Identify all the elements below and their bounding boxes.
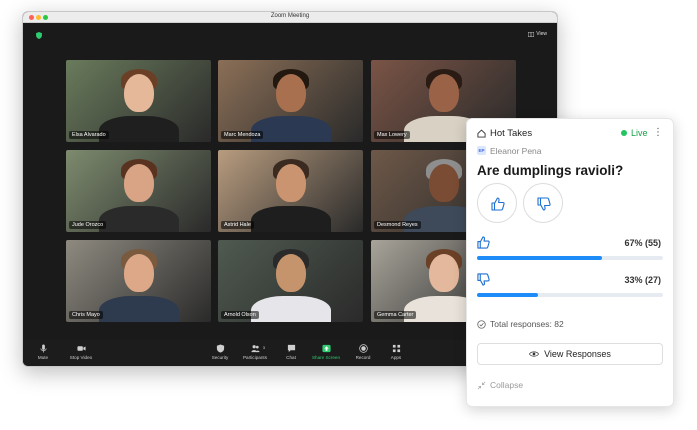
thumbs-down-vote-button[interactable] xyxy=(523,183,563,223)
participant-name: Arnold Olson xyxy=(221,311,259,319)
participant-body xyxy=(98,206,179,232)
participant-body xyxy=(98,296,179,322)
participant-body xyxy=(250,296,331,322)
video-tile[interactable]: Jude Orozco xyxy=(66,150,211,232)
shield-icon[interactable] xyxy=(36,32,42,39)
apps-button[interactable]: Apps xyxy=(378,344,414,360)
participant-name: Chris Mayo xyxy=(69,311,103,319)
participant-body xyxy=(98,116,179,142)
thumbs-up-vote-button[interactable] xyxy=(477,183,517,223)
window-title: Zoom Meeting xyxy=(270,13,310,19)
participant-face xyxy=(123,254,154,292)
participant-name: Desmond Reyes xyxy=(374,221,421,229)
participant-face xyxy=(275,164,306,202)
collapse-label: Collapse xyxy=(490,380,524,390)
record-icon xyxy=(358,344,368,353)
live-dot-icon xyxy=(621,130,627,136)
total-responses-label: Total responses: 82 xyxy=(490,319,564,329)
participant-name: Elsa Alvarado xyxy=(69,131,109,139)
record-button[interactable]: Record xyxy=(345,344,381,360)
apps-icon xyxy=(392,344,400,353)
more-options-icon[interactable]: ⋮ xyxy=(653,128,663,138)
participant-name: Max Lowery xyxy=(374,131,410,139)
mute-button[interactable]: Mute xyxy=(25,344,61,360)
participant-face xyxy=(428,164,459,202)
thumbs-up-result-icon xyxy=(477,236,490,249)
chat-bubble-icon xyxy=(287,344,295,353)
shield-icon xyxy=(216,344,224,353)
participants-button[interactable]: Participants 3 xyxy=(237,344,273,360)
participants-count: 3 xyxy=(262,345,265,350)
live-label: Live xyxy=(631,128,648,138)
video-camera-icon xyxy=(76,346,86,351)
view-button[interactable]: View xyxy=(528,31,547,37)
view-responses-label: View Responses xyxy=(544,349,611,359)
chat-label: Chat xyxy=(286,355,296,360)
poll-question: Are dumplings ravioli? xyxy=(477,163,624,178)
record-label: Record xyxy=(355,355,371,360)
mute-label: Mute xyxy=(37,355,49,360)
share-screen-icon xyxy=(321,344,331,353)
participant-name: Jude Orozco xyxy=(69,221,107,229)
participant-body xyxy=(250,206,331,232)
poll-panel: Hot Takes Live ⋮ EP Eleanor Pena Are dum… xyxy=(466,118,674,407)
participants-label: Participants xyxy=(242,355,267,360)
check-circle-icon xyxy=(477,319,486,329)
grid-icon xyxy=(528,31,535,37)
video-grid: Elsa Alvarado Marc Mendoza Max Lowery Jude … xyxy=(66,60,516,322)
yes-result-value: 67% (55) xyxy=(624,238,661,248)
participant-face xyxy=(428,74,459,112)
author-avatar: EP xyxy=(477,146,486,155)
participant-face xyxy=(123,164,154,202)
view-label: View xyxy=(536,31,547,37)
security-label: Security xyxy=(211,355,229,360)
poll-title: Hot Takes xyxy=(490,128,533,139)
thumbs-down-result-icon xyxy=(477,273,490,286)
apps-label: Apps xyxy=(390,355,402,360)
participant-name: Marc Mendoza xyxy=(221,131,264,139)
video-tile[interactable]: Astrid Hale xyxy=(218,150,363,232)
thumbs-down-icon xyxy=(537,197,551,211)
collapse-arrows-icon xyxy=(477,381,486,389)
share-screen-button[interactable]: Share Screen xyxy=(308,344,344,360)
title-bar: Zoom Meeting xyxy=(23,12,557,23)
participant-name: Astrid Hale xyxy=(221,221,254,229)
participant-face xyxy=(123,74,154,112)
security-button[interactable]: Security xyxy=(202,344,238,360)
chat-button[interactable]: Chat xyxy=(273,344,309,360)
view-responses-button[interactable]: View Responses xyxy=(477,343,663,365)
poll-author: Eleanor Pena xyxy=(490,146,542,156)
live-status: Live xyxy=(621,128,648,138)
eye-icon xyxy=(529,351,540,357)
stop-video-label: Stop Video xyxy=(69,355,93,360)
no-progress-fill xyxy=(477,293,539,297)
yes-progress-fill xyxy=(477,256,602,260)
share-screen-label: Share Screen xyxy=(311,355,341,360)
participant-name: Gemma Carter xyxy=(374,311,417,319)
yes-progress-track xyxy=(477,256,663,260)
participant-face xyxy=(275,74,306,112)
participant-face xyxy=(275,254,306,292)
home-icon xyxy=(477,129,486,138)
total-responses: Total responses: 82 xyxy=(477,319,564,329)
stop-video-button[interactable]: Stop Video xyxy=(63,344,99,360)
participant-face xyxy=(428,254,459,292)
collapse-button[interactable]: Collapse xyxy=(477,380,523,390)
no-result-value: 33% (27) xyxy=(624,275,661,285)
video-tile[interactable]: Chris Mayo xyxy=(66,240,211,322)
video-tile[interactable]: Elsa Alvarado xyxy=(66,60,211,142)
microphone-icon xyxy=(39,344,47,353)
thumbs-up-icon xyxy=(491,197,505,211)
video-tile[interactable]: Marc Mendoza xyxy=(218,60,363,142)
no-progress-track xyxy=(477,293,663,297)
video-tile[interactable]: Arnold Olson xyxy=(218,240,363,322)
people-icon xyxy=(250,345,260,353)
